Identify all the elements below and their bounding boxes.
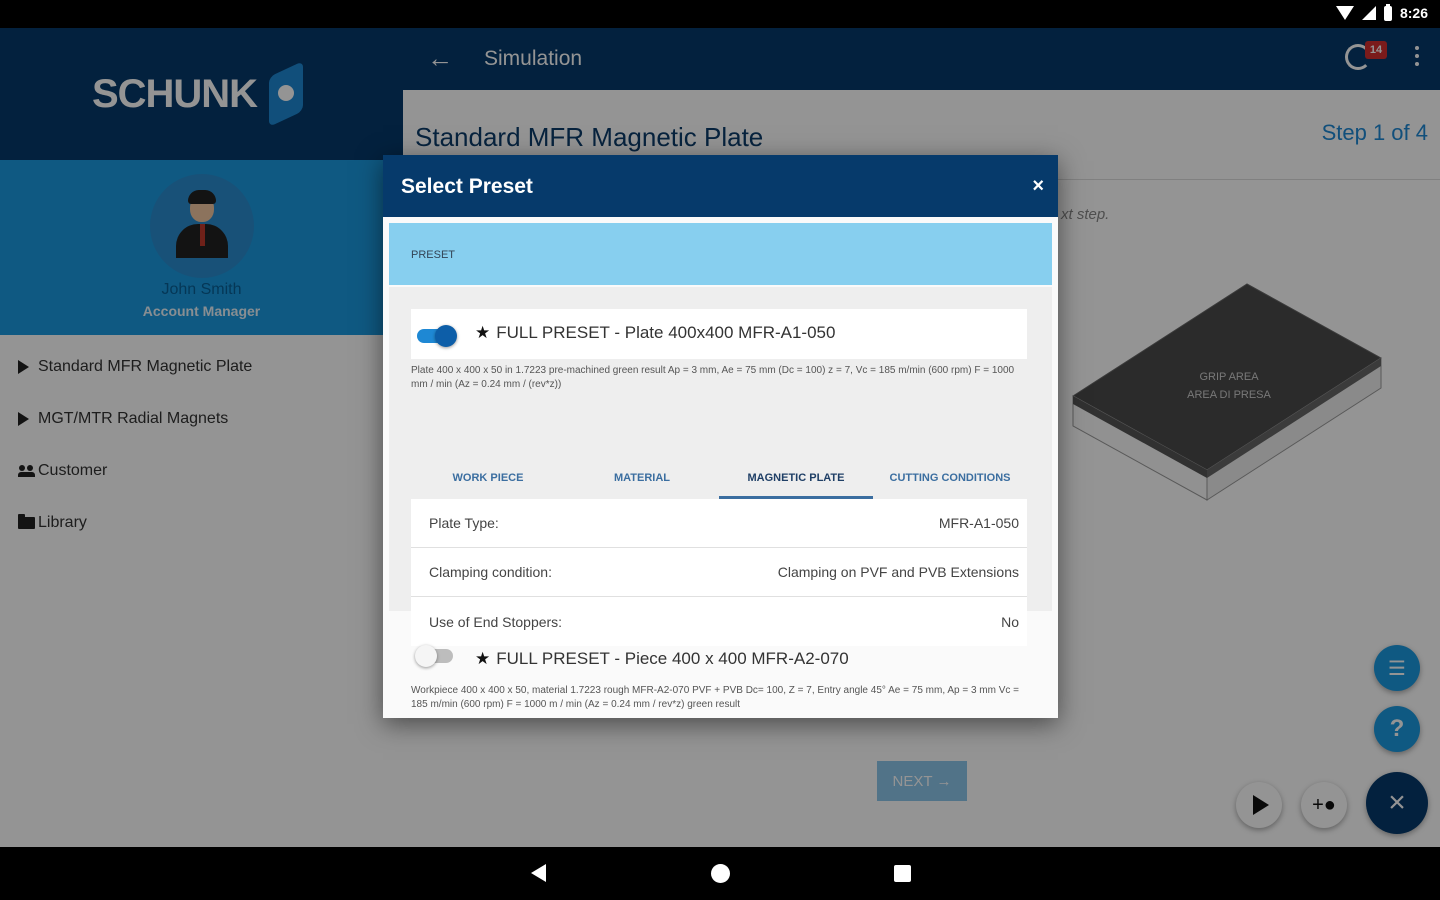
nav-home-icon[interactable] [711,864,730,883]
property-row: Plate Type: MFR-A1-050 [411,499,1027,548]
preset-card[interactable]: ★ FULL PRESET - Plate 400x400 MFR-A1-050 [411,309,1027,359]
preset-title[interactable]: ★ FULL PRESET - Piece 400 x 400 MFR-A2-07… [475,649,849,669]
property-label: Use of End Stoppers: [429,613,563,630]
preset-detail-tabs: WORK PIECE MATERIAL MAGNETIC PLATE CUTTI… [411,459,1027,499]
preset-toggle[interactable] [415,645,455,667]
property-label: Clamping condition: [429,564,552,580]
property-value: MFR-A1-050 [938,515,1019,531]
property-value: Clamping on PVF and PVB Extensions [777,564,1019,580]
status-time: 8:26 [1399,5,1428,21]
select-preset-dialog: Select Preset × PRESET ★ FULL PRESET - Pl… [383,155,1058,718]
battery-icon [1383,3,1392,21]
property-label: Plate Type: [429,515,499,531]
wifi-icon [1335,6,1354,20]
preset-description: Plate 400 x 400 x 50 in 1.7223 pre-machi… [411,365,1015,390]
nav-back-icon[interactable] [531,864,546,882]
property-row: Clamping condition: Clamping on PVF and … [411,548,1027,597]
preset-toggle[interactable] [415,325,457,347]
star-icon: ★ [475,649,491,668]
dialog-body: PRESET ★ FULL PRESET - Plate 400x400 MFR-… [383,217,1058,718]
preset-section-header: PRESET [389,223,1052,285]
dialog-header: Select Preset × [383,155,1058,217]
nav-recents-icon[interactable] [894,865,911,882]
property-row: Use of End Stoppers: No [411,597,1027,646]
tab-cutting-conditions[interactable]: CUTTING CONDITIONS [873,459,1027,499]
property-list: Plate Type: MFR-A1-050 Clamping conditio… [411,499,1027,646]
preset-title: ★ FULL PRESET - Plate 400x400 MFR-A1-050 [475,323,836,342]
signal-icon [1361,6,1376,20]
tab-work-piece[interactable]: WORK PIECE [411,459,565,499]
tab-magnetic-plate[interactable]: MAGNETIC PLATE [719,459,873,499]
preset-description: Workpiece 400 x 400 x 50, material 1.722… [411,685,1020,710]
property-value: No [1001,613,1019,630]
dialog-title: Select Preset [401,175,533,198]
section-label: PRESET [411,249,456,261]
preset-item-selected: ★ FULL PRESET - Plate 400x400 MFR-A1-050 … [389,287,1052,646]
system-navigation-bar [0,847,1440,900]
tab-material[interactable]: MATERIAL [565,459,719,499]
status-icons: 8:26 [1335,3,1428,21]
close-icon[interactable]: × [1032,175,1044,198]
star-icon: ★ [475,323,491,342]
status-bar: 8:26 [0,0,1440,28]
